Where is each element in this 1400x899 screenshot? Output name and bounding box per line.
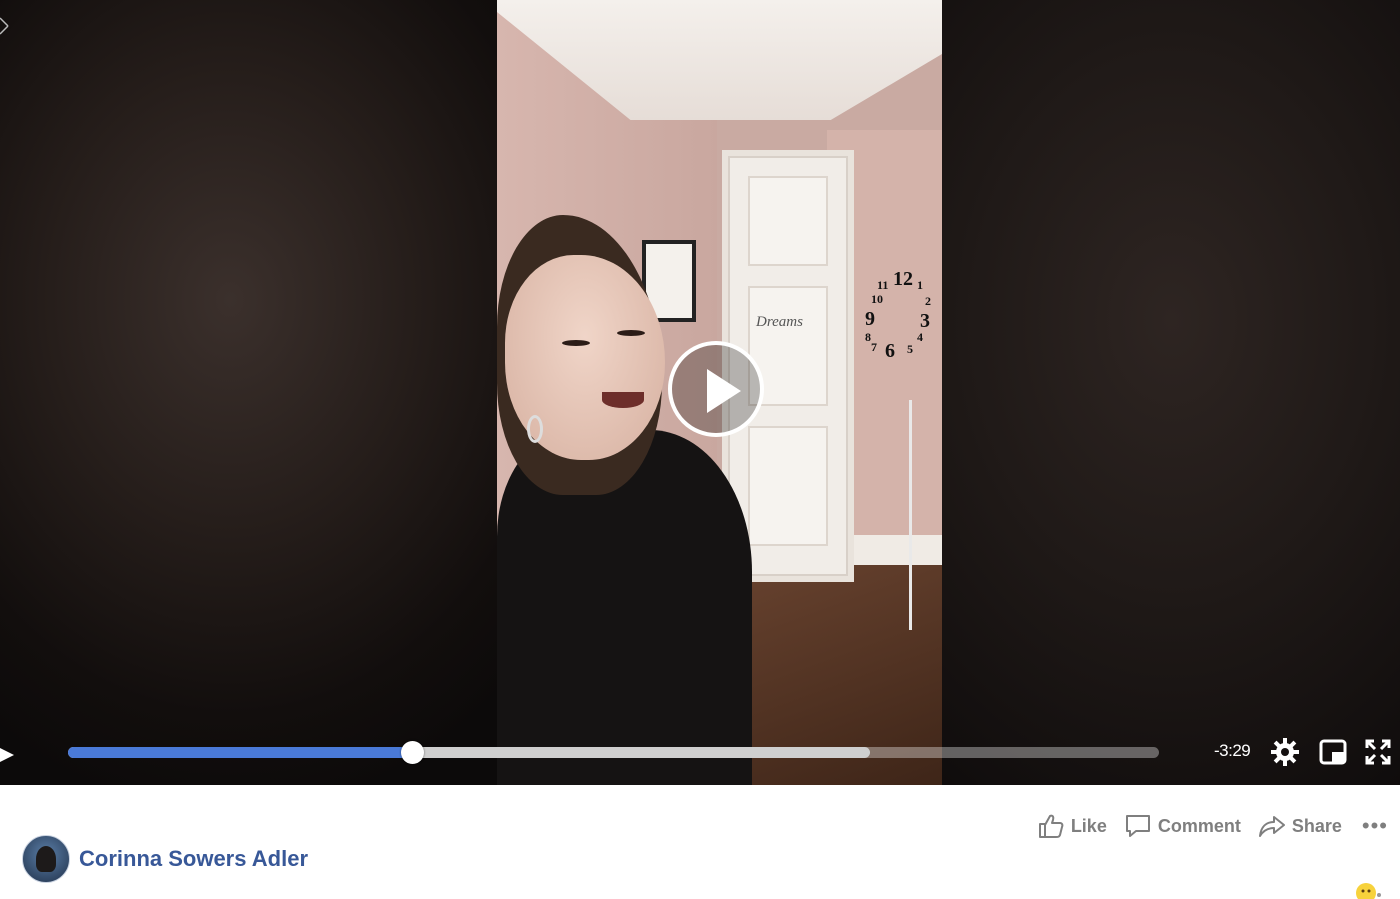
progress-track[interactable]	[68, 741, 1159, 764]
time-remaining: -3:29	[1214, 741, 1251, 760]
share-button[interactable]: Share	[1258, 813, 1342, 839]
mini-player-icon[interactable]	[1318, 737, 1348, 767]
like-thumb-icon	[1038, 814, 1064, 838]
wall-shelf	[909, 400, 942, 630]
reaction-emoji-icon	[1356, 883, 1381, 899]
post-footer: Like Comment Share ••• Corinna Sowers Ad…	[0, 785, 1400, 899]
play-overlay-button[interactable]	[668, 341, 764, 437]
door-sign: Dreams	[756, 314, 803, 330]
comment-bubble-icon	[1125, 815, 1150, 837]
wall-clock: 12 1 2 3 4 5 6 7 8 9 10 11	[865, 268, 931, 362]
author-name[interactable]: Corinna Sowers Adler	[79, 846, 308, 872]
share-arrow-icon	[1258, 816, 1285, 837]
fullscreen-icon[interactable]	[1363, 737, 1393, 767]
earring	[527, 415, 543, 443]
comment-label: Comment	[1157, 815, 1241, 836]
post-actions: Like Comment Share •••	[1020, 813, 1400, 839]
video-player[interactable]: Dreams 12 1 2 3 4 5 6 7 8 9 10 11 -3:29	[0, 0, 1400, 785]
settings-gear-icon[interactable]	[1270, 737, 1300, 767]
share-label: Share	[1291, 815, 1342, 836]
loading-spinner-icon	[0, 17, 9, 35]
video-blur-right	[942, 0, 1400, 785]
progress-scrubber-handle[interactable]	[400, 741, 424, 764]
post-author: Corinna Sowers Adler	[22, 835, 308, 883]
avatar[interactable]	[22, 835, 70, 883]
like-button[interactable]: Like	[1037, 813, 1107, 839]
play-icon[interactable]	[0, 745, 16, 765]
like-label: Like	[1070, 815, 1107, 836]
comment-button[interactable]: Comment	[1124, 813, 1241, 839]
video-blur-left	[0, 0, 497, 785]
progress-played	[68, 747, 412, 758]
more-dots-icon[interactable]: •••	[1362, 813, 1388, 839]
video-controls: -3:29	[0, 725, 1400, 785]
